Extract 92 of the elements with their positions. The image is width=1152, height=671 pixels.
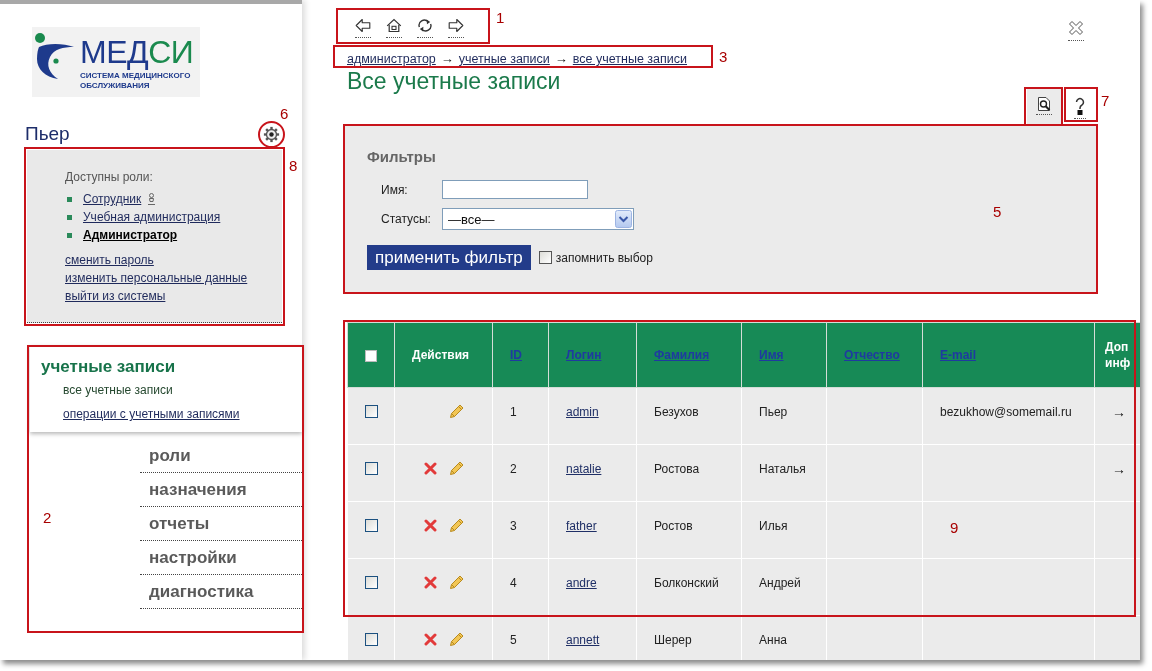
remember-checkbox[interactable] (538, 251, 552, 264)
pencil-icon[interactable] (449, 403, 465, 419)
callout-number: 8 (289, 158, 298, 174)
nav-menu-item[interactable]: настройки (140, 541, 302, 575)
name-field[interactable] (442, 180, 588, 199)
callout-circle (258, 121, 285, 148)
row-checkbox[interactable] (364, 576, 378, 589)
nav-subitem-current[interactable]: все учетные записи (63, 382, 173, 398)
bullet-icon (67, 196, 72, 202)
delete-icon[interactable] (424, 633, 437, 646)
table-cell: Безухов (636, 387, 742, 445)
right-arrow-icon (448, 18, 464, 33)
refresh-button[interactable] (417, 18, 433, 38)
filter-title: Фильтры (367, 148, 437, 166)
nav-menu-item[interactable]: диагностика (140, 575, 302, 609)
callout-number: 9 (950, 520, 959, 536)
row-checkbox[interactable] (364, 462, 378, 475)
nav-menu-item[interactable]: отчеты (140, 507, 302, 541)
breadcrumb-link[interactable]: администратор (347, 52, 436, 66)
pencil-icon[interactable] (449, 574, 465, 590)
breadcrumb-separator: → (554, 52, 568, 66)
bullet-icon (67, 214, 72, 220)
home-icon (386, 18, 402, 33)
nav-section-title[interactable]: учетные записи (41, 357, 176, 377)
pencil-icon[interactable] (449, 460, 465, 476)
login-link[interactable]: admin (566, 405, 599, 419)
account-link[interactable]: сменить пароль (65, 251, 154, 269)
breadcrumb-link[interactable]: все учетные записи (572, 52, 687, 66)
logo-mark-icon (33, 30, 75, 80)
nav-subitem-link[interactable]: операции с учетными записями (63, 406, 240, 422)
apply-filter-button[interactable]: применить фильтр (367, 245, 531, 270)
status-select[interactable]: —все— (442, 208, 634, 230)
callout-number: 5 (993, 204, 1002, 220)
left-arrow-icon (355, 18, 371, 33)
login-link[interactable]: father (566, 519, 597, 533)
delete-icon[interactable] (424, 576, 437, 589)
callout-number: 3 (719, 49, 728, 65)
settings-icon[interactable] (263, 125, 280, 143)
breadcrumb-separator: → (440, 52, 454, 66)
table-cell: Ростов (636, 501, 742, 559)
user-name: Пьер (25, 123, 70, 145)
table-cell: Ростова (636, 444, 742, 502)
role-link[interactable]: Учебная администрация (83, 210, 221, 224)
table-cell: bezukhow@somemail.ru (922, 387, 1095, 445)
callout-number: 1 (496, 10, 505, 26)
callout-number: 7 (1101, 93, 1110, 109)
page-title: Все учетные записи (347, 69, 561, 93)
delete-icon[interactable] (424, 462, 437, 475)
bullet-icon (67, 232, 72, 238)
roles-heading: Доступны роли: (65, 170, 154, 184)
select-all-checkbox[interactable] (365, 349, 377, 362)
row-checkbox[interactable] (364, 519, 378, 532)
breadcrumb-link[interactable]: учетные записи (458, 52, 550, 66)
nav-menu-item[interactable]: назначения (140, 473, 302, 507)
help-icon (1074, 96, 1086, 119)
row-checkbox[interactable] (364, 405, 378, 418)
account-link[interactable]: изменить персональные данные (65, 269, 248, 287)
details-link[interactable]: → (1112, 461, 1126, 477)
logo-tagline: СИСТЕМА МЕДИЦИНСКОГО ОБСЛУЖИВАНИЯ (80, 71, 192, 91)
role-link[interactable]: Сотрудник (83, 192, 142, 206)
table-cell: Илья (741, 501, 827, 559)
delete-icon[interactable] (424, 519, 437, 532)
search-icon (1036, 96, 1052, 115)
account-link[interactable]: выйти из системы (65, 287, 166, 305)
table-cell: Пьер (741, 387, 827, 445)
column-header: Действия (394, 322, 493, 388)
login-link[interactable]: andre (566, 576, 597, 590)
login-link[interactable]: annett (566, 633, 600, 647)
table-cell: 3 (492, 501, 549, 559)
close-button[interactable] (1068, 20, 1084, 41)
close-icon (1068, 20, 1084, 36)
table-cell: Наталья (741, 444, 827, 502)
field-label: Имя: (381, 182, 409, 197)
nav-menu-item[interactable]: роли (140, 439, 302, 473)
forward-button[interactable] (448, 18, 464, 38)
pencil-icon[interactable] (449, 631, 465, 647)
callout-frame (1064, 87, 1098, 122)
table-cell: 2 (492, 444, 549, 502)
back-button[interactable] (355, 18, 371, 38)
field-label: Статусы: (381, 212, 432, 226)
home-button[interactable] (386, 18, 402, 38)
checkbox-label[interactable]: запомнить выбор (555, 250, 653, 265)
callout-number: 6 (280, 106, 289, 122)
callout-number: 2 (43, 510, 52, 526)
login-link[interactable]: natalie (566, 462, 602, 476)
refresh-icon (417, 18, 433, 33)
row-checkbox[interactable] (364, 633, 378, 646)
column-header: Доп инф (1094, 322, 1140, 388)
pencil-icon[interactable] (449, 517, 465, 533)
table-cell: 1 (492, 387, 549, 445)
details-link[interactable]: → (1112, 404, 1126, 420)
current-role: Администратор (83, 228, 178, 242)
